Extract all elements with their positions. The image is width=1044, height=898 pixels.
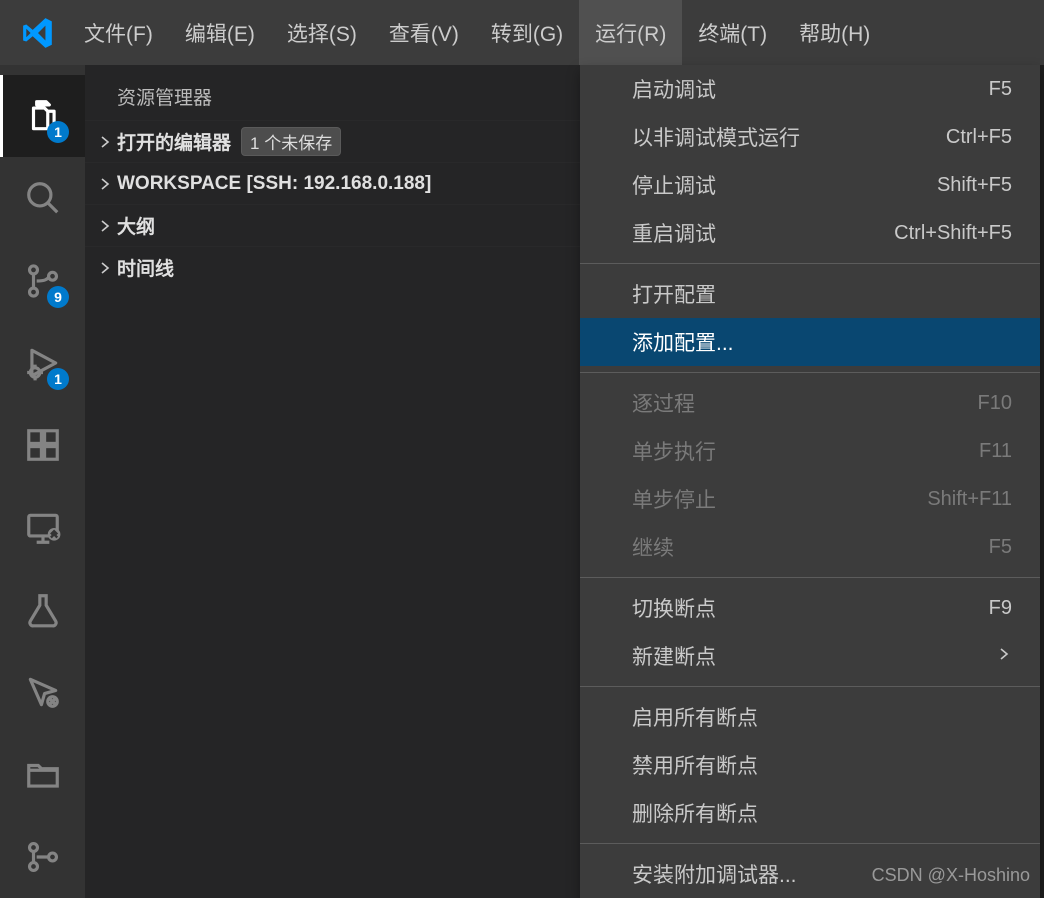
menu-item-label: 逐过程	[632, 388, 695, 418]
menu-item-label: 启用所有断点	[632, 702, 758, 732]
menu-view[interactable]: 查看(V)	[373, 0, 475, 65]
menu-item-label: 新建断点	[632, 641, 716, 671]
testing-icon[interactable]	[0, 569, 85, 651]
menu-separator	[580, 372, 1040, 373]
menu-file[interactable]: 文件(F)	[68, 0, 169, 65]
badge: 1	[47, 121, 69, 143]
explorer-section[interactable]: 时间线	[85, 246, 580, 288]
chevron-right-icon	[93, 134, 117, 150]
chevron-right-icon	[93, 260, 117, 276]
menu-separator	[580, 686, 1040, 687]
menu-item-label: 添加配置...	[632, 327, 734, 357]
menu-item[interactable]: 启动调试 F5	[580, 65, 1040, 113]
keyboard-shortcut: Shift+F5	[937, 174, 1012, 197]
unsaved-tag: 1 个未保存	[241, 127, 341, 156]
menu-separator	[580, 843, 1040, 844]
menu-item-label: 停止调试	[632, 170, 716, 200]
section-label: 大纲	[117, 212, 155, 239]
menu-item[interactable]: 禁用所有断点	[580, 741, 1040, 789]
section-label: WORKSPACE [SSH: 192.168.0.188]	[117, 173, 431, 195]
menu-item: 单步执行 F11	[580, 427, 1040, 475]
menu-item[interactable]: 切换断点 F9	[580, 584, 1040, 632]
menu-separator	[580, 577, 1040, 578]
keyboard-shortcut: Shift+F11	[927, 488, 1012, 511]
menu-item: 继续 F5	[580, 523, 1040, 571]
folder-icon[interactable]	[0, 733, 85, 815]
menu-item-label: 单步停止	[632, 484, 716, 514]
menu-edit[interactable]: 编辑(E)	[169, 0, 271, 65]
menu-item[interactable]: 打开配置	[580, 270, 1040, 318]
chevron-right-icon	[93, 218, 117, 234]
section-label: 打开的编辑器	[117, 128, 231, 155]
menu-item[interactable]: 安装附加调试器...	[580, 850, 1040, 898]
menu-item: 单步停止 Shift+F11	[580, 475, 1040, 523]
menu-separator	[580, 263, 1040, 264]
menu-help[interactable]: 帮助(H)	[783, 0, 886, 65]
menu-item: 逐过程 F10	[580, 379, 1040, 427]
menu-terminal[interactable]: 终端(T)	[682, 0, 783, 65]
badge: 9	[47, 286, 69, 308]
menu-item[interactable]: 以非调试模式运行 Ctrl+F5	[580, 113, 1040, 161]
menu-item-label: 继续	[632, 532, 674, 562]
menu-selection[interactable]: 选择(S)	[271, 0, 373, 65]
menu-item-label: 重启调试	[632, 218, 716, 248]
live-share-icon[interactable]	[0, 651, 85, 733]
explorer-title: 资源管理器	[85, 65, 580, 120]
explorer-icon[interactable]: 1	[0, 75, 85, 157]
keyboard-shortcut: F11	[979, 440, 1012, 463]
section-label: 时间线	[117, 254, 174, 281]
menu-item-label: 启动调试	[632, 74, 716, 104]
menu-item-label: 删除所有断点	[632, 798, 758, 828]
menu-item[interactable]: 停止调试 Shift+F5	[580, 161, 1040, 209]
keyboard-shortcut: F5	[989, 536, 1012, 559]
activity-bar: 1 9 1	[0, 65, 85, 898]
chevron-right-icon	[93, 176, 117, 192]
vscode-logo-icon	[8, 16, 68, 50]
menu-item[interactable]: 删除所有断点	[580, 789, 1040, 837]
menu-item-label: 切换断点	[632, 593, 716, 623]
menu-item[interactable]: 重启调试 Ctrl+Shift+F5	[580, 209, 1040, 257]
chevron-right-icon	[996, 644, 1012, 668]
extensions-icon[interactable]	[0, 404, 85, 486]
menu-item-label: 打开配置	[632, 279, 716, 309]
explorer-section[interactable]: 大纲	[85, 204, 580, 246]
menu-item[interactable]: 添加配置...	[580, 318, 1040, 366]
search-icon[interactable]	[0, 157, 85, 239]
explorer-sidebar: 资源管理器 打开的编辑器 1 个未保存 WORKSPACE [SSH: 192.16…	[85, 65, 580, 898]
menu-item-label: 安装附加调试器...	[632, 859, 797, 889]
menu-go[interactable]: 转到(G)	[475, 0, 579, 65]
menu-item[interactable]: 启用所有断点	[580, 693, 1040, 741]
menu-item-label: 禁用所有断点	[632, 750, 758, 780]
remote-explorer-icon[interactable]	[0, 486, 85, 568]
git-graph-icon[interactable]	[0, 816, 85, 898]
menu-item-label: 以非调试模式运行	[632, 122, 800, 152]
badge: 1	[47, 368, 69, 390]
run-debug-icon[interactable]: 1	[0, 322, 85, 404]
explorer-section[interactable]: WORKSPACE [SSH: 192.168.0.188]	[85, 162, 580, 204]
explorer-section[interactable]: 打开的编辑器 1 个未保存	[85, 120, 580, 162]
keyboard-shortcut: Ctrl+F5	[946, 126, 1012, 149]
run-menu-dropdown: 启动调试 F5 以非调试模式运行 Ctrl+F5 停止调试 Shift+F5 重启调试 Ctr…	[580, 65, 1040, 898]
keyboard-shortcut: F9	[989, 597, 1012, 620]
menu-item-label: 单步执行	[632, 436, 716, 466]
keyboard-shortcut: F10	[978, 392, 1012, 415]
source-control-icon[interactable]: 9	[0, 240, 85, 322]
menu-item[interactable]: 新建断点	[580, 632, 1040, 680]
menu-run[interactable]: 运行(R)	[579, 0, 682, 65]
keyboard-shortcut: F5	[989, 78, 1012, 101]
menubar: 文件(F)编辑(E)选择(S)查看(V)转到(G)运行(R)终端(T)帮助(H)	[68, 0, 886, 65]
keyboard-shortcut: Ctrl+Shift+F5	[894, 222, 1012, 245]
